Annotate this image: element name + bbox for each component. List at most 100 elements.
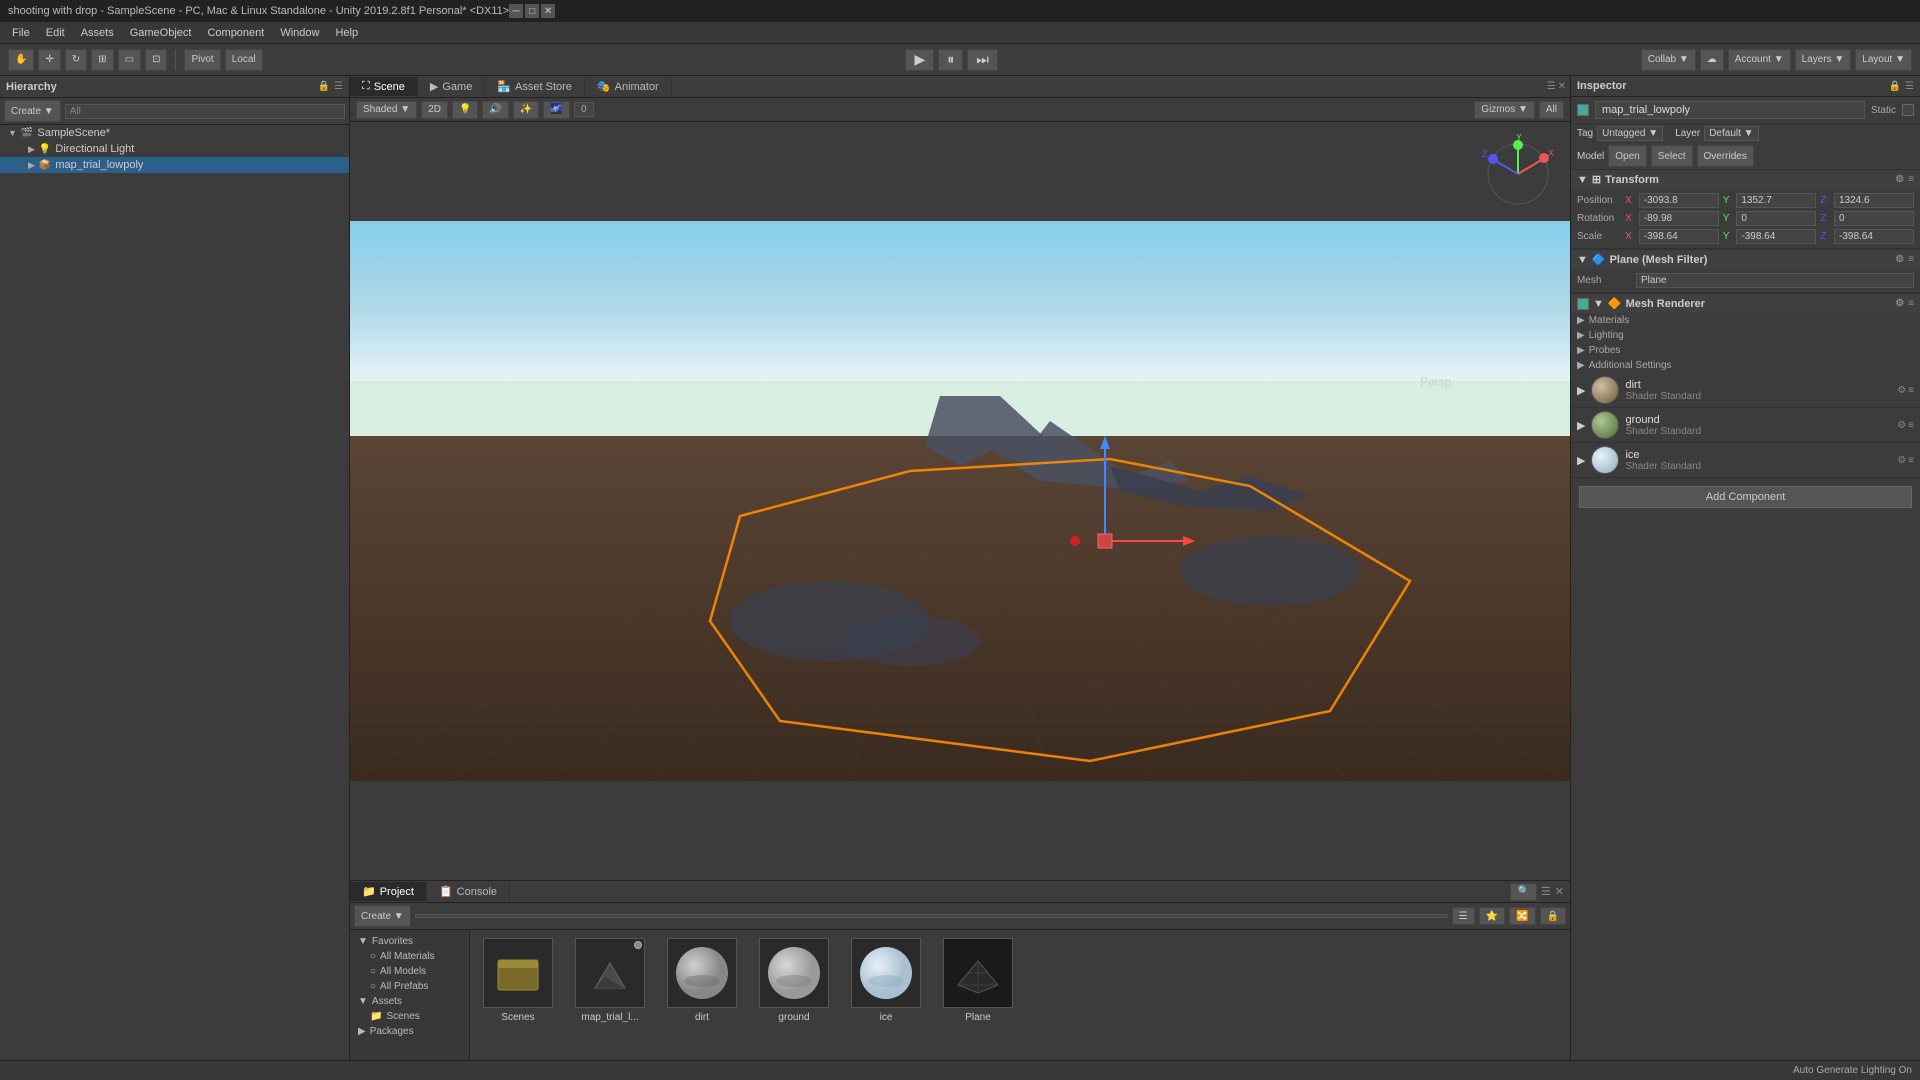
transform-tool[interactable]: ⊡ — [145, 49, 167, 71]
scale-z[interactable] — [1834, 229, 1914, 244]
pivot-button[interactable]: Pivot — [184, 49, 220, 71]
minimize-button[interactable]: ─ — [509, 4, 523, 18]
transform-settings[interactable]: ⚙ — [1895, 174, 1904, 185]
tab-animator[interactable]: 🎭 Animator — [585, 77, 672, 96]
account-button[interactable]: Account ▼ — [1728, 49, 1791, 71]
sidebar-scenes[interactable]: 📁 Scenes — [350, 1009, 469, 1024]
skybox-button[interactable]: 🌌 — [543, 101, 569, 119]
tag-dropdown[interactable]: Untagged ▼ — [1597, 126, 1663, 141]
material-expand[interactable]: ▶ — [1577, 454, 1585, 467]
material-expand[interactable]: ▶ — [1577, 419, 1585, 432]
project-panel-close[interactable]: ✕ — [1555, 885, 1564, 898]
meshfilter-header[interactable]: ▼ 🔷 Plane (Mesh Filter) ⚙ ≡ — [1571, 249, 1920, 269]
hierarchy-search[interactable]: All — [65, 104, 345, 119]
layers-button[interactable]: Layers ▼ — [1795, 49, 1852, 71]
select-button[interactable]: Select — [1651, 145, 1693, 167]
project-panel-menu[interactable]: ☰ — [1541, 885, 1551, 898]
hierarchy-create[interactable]: Create ▼ — [4, 100, 61, 122]
gizmos-button[interactable]: Gizmos ▼ — [1474, 101, 1535, 119]
project-filter2[interactable]: ⭐ — [1479, 907, 1505, 925]
project-create[interactable]: Create ▼ — [354, 905, 411, 927]
object-active-checkbox[interactable] — [1577, 104, 1589, 116]
local-button[interactable]: Local — [225, 49, 263, 71]
additional-section[interactable]: ▶ Additional Settings — [1571, 358, 1920, 373]
sidebar-favorites[interactable]: ▼ Favorites — [350, 934, 469, 949]
meshrenderer-menu[interactable]: ≡ — [1908, 298, 1914, 309]
play-button[interactable]: ▶ — [905, 49, 934, 71]
2d-button[interactable]: 2D — [421, 101, 448, 119]
tab-assetstore[interactable]: 🏪 Asset Store — [485, 77, 585, 96]
meshrenderer-header[interactable]: ▼ 🔶 Mesh Renderer ⚙ ≡ — [1571, 293, 1920, 313]
asset-ground[interactable]: ground — [754, 938, 834, 1023]
hierarchy-item-directionallight[interactable]: ▶ 💡 Directional Light — [0, 141, 349, 157]
project-filter3[interactable]: 🔀 — [1509, 907, 1535, 925]
project-search-input[interactable] — [415, 914, 1448, 918]
add-component-button[interactable]: Add Component — [1579, 486, 1912, 508]
layer-dropdown[interactable]: Default ▼ — [1704, 126, 1758, 141]
asset-scenes[interactable]: Scenes — [478, 938, 558, 1023]
scale-x[interactable] — [1639, 229, 1719, 244]
shading-dropdown[interactable]: Shaded ▼ — [356, 101, 417, 119]
menu-file[interactable]: File — [4, 25, 38, 41]
transform-menu[interactable]: ≡ — [1908, 174, 1914, 185]
cloud-button[interactable]: ☁ — [1700, 49, 1724, 71]
meshrenderer-settings[interactable]: ⚙ — [1895, 298, 1904, 309]
menu-assets[interactable]: Assets — [73, 25, 122, 41]
hierarchy-item-maptrial[interactable]: ▶ 📦 map_trial_lowpoly — [0, 157, 349, 173]
fx-button[interactable]: ✨ — [513, 101, 539, 119]
scale-tool[interactable]: ⊞ — [91, 49, 113, 71]
dirt-more[interactable]: ≡ — [1908, 385, 1914, 396]
sidebar-all-models[interactable]: ○ All Models — [350, 964, 469, 979]
position-y[interactable] — [1736, 193, 1816, 208]
position-x[interactable] — [1639, 193, 1719, 208]
scale-y[interactable] — [1736, 229, 1816, 244]
step-button[interactable]: ⏭ — [967, 49, 998, 71]
rotation-x[interactable] — [1639, 211, 1719, 226]
menu-gameobject[interactable]: GameObject — [122, 25, 200, 41]
maximize-button[interactable]: □ — [525, 4, 539, 18]
dirt-edit[interactable]: ⚙ — [1897, 385, 1906, 396]
tab-game[interactable]: ▶ Game — [418, 77, 485, 96]
move-tool[interactable]: ✛ — [38, 49, 60, 71]
audio-button[interactable]: 🔊 — [482, 101, 508, 119]
scene-panel-close[interactable]: ✕ — [1558, 81, 1566, 92]
hierarchy-item-samplescene[interactable]: ▼ 🎬 SampleScene* — [0, 125, 349, 141]
rect-tool[interactable]: ▭ — [118, 49, 141, 71]
overrides-button[interactable]: Overrides — [1697, 145, 1754, 167]
materials-section[interactable]: ▶ Materials — [1571, 313, 1920, 328]
scene-panel-menu[interactable]: ☰ — [1547, 81, 1556, 92]
scene-viewport[interactable]: Persp X Y — [350, 122, 1570, 880]
sidebar-packages[interactable]: ▶ Packages — [350, 1024, 469, 1039]
collab-button[interactable]: Collab ▼ — [1641, 49, 1696, 71]
meshfilter-settings[interactable]: ⚙ — [1895, 254, 1904, 265]
asset-dirt[interactable]: dirt — [662, 938, 742, 1023]
object-name-field[interactable]: map_trial_lowpoly — [1595, 101, 1865, 119]
ground-edit[interactable]: ⚙ — [1897, 420, 1906, 431]
rotation-y[interactable] — [1736, 211, 1816, 226]
sidebar-assets[interactable]: ▼ Assets — [350, 994, 469, 1009]
menu-edit[interactable]: Edit — [38, 25, 73, 41]
meshrenderer-checkbox[interactable] — [1577, 298, 1589, 310]
open-button[interactable]: Open — [1608, 145, 1646, 167]
close-button[interactable]: ✕ — [541, 4, 555, 18]
tab-console[interactable]: 📋 Console — [427, 882, 510, 901]
meshfilter-menu[interactable]: ≡ — [1908, 254, 1914, 265]
mesh-value[interactable]: Plane — [1636, 273, 1914, 288]
asset-plane[interactable]: Plane — [938, 938, 1018, 1023]
asset-ice[interactable]: ice — [846, 938, 926, 1023]
lighting-section[interactable]: ▶ Lighting — [1571, 328, 1920, 343]
project-search-btn[interactable]: 🔍 — [1510, 883, 1536, 901]
sidebar-all-materials[interactable]: ○ All Materials — [350, 949, 469, 964]
project-filter1[interactable]: ☰ — [1452, 907, 1475, 925]
layout-button[interactable]: Layout ▼ — [1855, 49, 1912, 71]
sidebar-all-prefabs[interactable]: ○ All Prefabs — [350, 979, 469, 994]
rotate-tool[interactable]: ↻ — [65, 49, 87, 71]
ice-edit[interactable]: ⚙ — [1897, 455, 1906, 466]
pause-button[interactable]: ⏸ — [938, 49, 963, 71]
ground-more[interactable]: ≡ — [1908, 420, 1914, 431]
tab-project[interactable]: 📁 Project — [350, 882, 427, 901]
ice-more[interactable]: ≡ — [1908, 455, 1914, 466]
rotation-z[interactable] — [1834, 211, 1914, 226]
hand-tool[interactable]: ✋ — [8, 49, 34, 71]
menu-help[interactable]: Help — [327, 25, 366, 41]
